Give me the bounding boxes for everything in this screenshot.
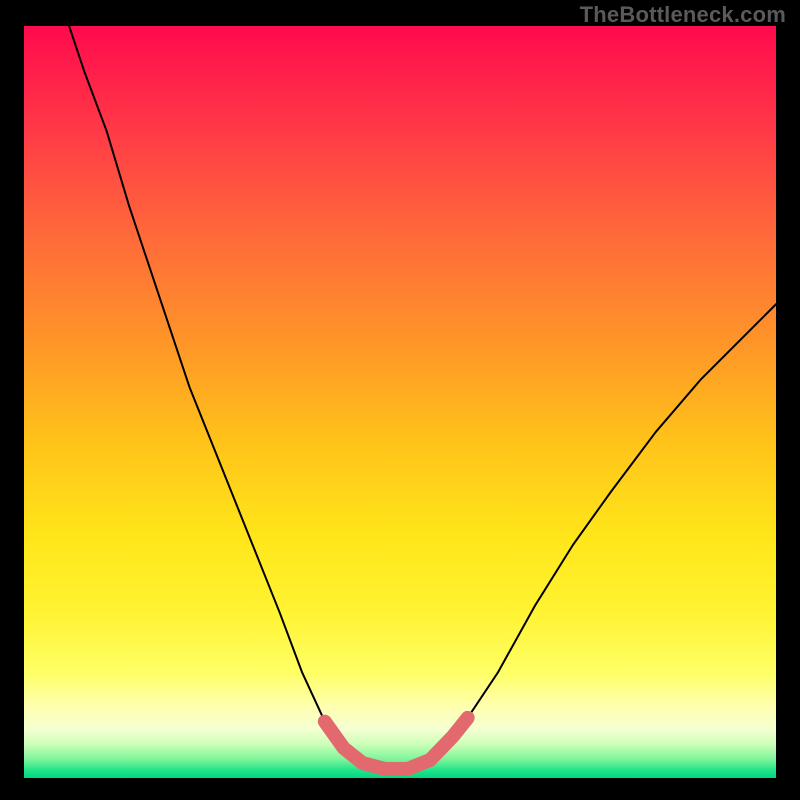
chart-frame: TheBottleneck.com (0, 0, 800, 800)
bottleneck-chart (0, 0, 800, 800)
attribution-text: TheBottleneck.com (580, 2, 786, 28)
